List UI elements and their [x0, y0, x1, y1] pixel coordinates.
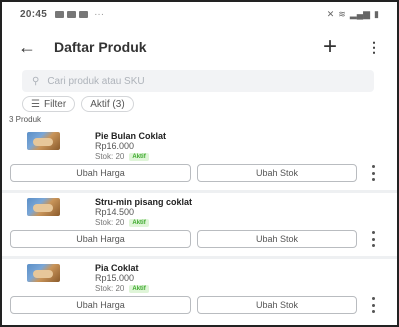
- signal-icon: ▂▄▆: [349, 8, 371, 19]
- product-name: Pia Coklat: [95, 263, 139, 273]
- search-icon: ⚲: [32, 75, 40, 87]
- product-count: 3 Produk: [9, 115, 42, 124]
- product-stock: Stok: 20 Aktif: [95, 152, 149, 161]
- stock-label: Stok: 20: [95, 152, 125, 161]
- notification-icon: [67, 10, 77, 18]
- edit-stock-button[interactable]: Ubah Stok: [197, 296, 357, 314]
- edit-stock-button[interactable]: Ubah Stok: [197, 230, 357, 248]
- list-item: Stru-min pisang coklat Rp14.500 Stok: 20…: [4, 194, 396, 256]
- product-thumbnail[interactable]: [27, 132, 60, 150]
- app-screen: 20:45 ··· ✕ ≋ ▂▄▆ ▮ ← Daftar Produk + ⋮ …: [0, 0, 399, 327]
- mute-icon: ✕: [326, 8, 335, 19]
- battery-icon: ▮: [374, 8, 379, 19]
- filter-icon: ☰: [31, 98, 40, 110]
- product-stock: Stok: 20 Aktif: [95, 284, 149, 293]
- product-price: Rp15.000: [95, 273, 135, 283]
- kebab-icon[interactable]: [370, 297, 376, 313]
- status-badge: Aktif: [129, 284, 149, 293]
- notification-icons: [55, 10, 89, 18]
- product-thumbnail[interactable]: [27, 198, 60, 216]
- edit-price-button[interactable]: Ubah Harga: [10, 296, 191, 314]
- product-stock: Stok: 20 Aktif: [95, 218, 149, 227]
- status-time: 20:45: [20, 8, 48, 20]
- status-badge: Aktif: [129, 218, 149, 227]
- list-item: Pia Coklat Rp15.000 Stok: 20 Aktif Ubah …: [4, 260, 396, 322]
- notification-icon: [79, 10, 89, 18]
- product-price: Rp16.000: [95, 141, 135, 151]
- kebab-icon[interactable]: ⋮: [367, 39, 381, 56]
- notification-icon: [55, 10, 65, 18]
- page-title: Daftar Produk: [54, 39, 147, 55]
- filter-button[interactable]: ☰ Filter: [22, 96, 76, 112]
- filter-label: Filter: [43, 98, 67, 110]
- stock-label: Stok: 20: [95, 284, 125, 293]
- product-name: Pie Bulan Coklat: [95, 131, 167, 141]
- status-filter-label: Aktif (3): [90, 98, 125, 110]
- product-thumbnail[interactable]: [27, 264, 60, 282]
- divider: [2, 256, 397, 259]
- edit-price-button[interactable]: Ubah Harga: [10, 164, 191, 182]
- filter-chips: ☰ Filter Aktif (3): [22, 96, 134, 112]
- arrow-left-icon[interactable]: ←: [18, 37, 46, 58]
- product-name: Stru-min pisang coklat: [95, 197, 193, 207]
- divider: [2, 190, 397, 193]
- stock-label: Stok: 20: [95, 218, 125, 227]
- edit-stock-button[interactable]: Ubah Stok: [197, 164, 357, 182]
- list-item: Pie Bulan Coklat Rp16.000 Stok: 20 Aktif…: [4, 128, 396, 190]
- plus-icon[interactable]: +: [323, 35, 337, 59]
- kebab-icon[interactable]: [370, 165, 376, 181]
- search-input[interactable]: ⚲ Cari produk atau SKU: [22, 70, 374, 92]
- kebab-icon[interactable]: [370, 231, 376, 247]
- edit-price-button[interactable]: Ubah Harga: [10, 230, 191, 248]
- more-notifications-icon: ···: [94, 8, 105, 20]
- system-icons: ✕ ≋ ▂▄▆ ▮: [327, 9, 379, 20]
- wifi-icon: ≋: [338, 8, 346, 19]
- search-placeholder: Cari produk atau SKU: [47, 75, 145, 87]
- product-price: Rp14.500: [95, 207, 135, 217]
- status-badge: Aktif: [129, 152, 149, 161]
- app-bar: ← Daftar Produk + ⋮: [2, 30, 397, 64]
- status-filter-chip[interactable]: Aktif (3): [81, 96, 134, 112]
- status-bar: 20:45 ··· ✕ ≋ ▂▄▆ ▮: [2, 2, 397, 26]
